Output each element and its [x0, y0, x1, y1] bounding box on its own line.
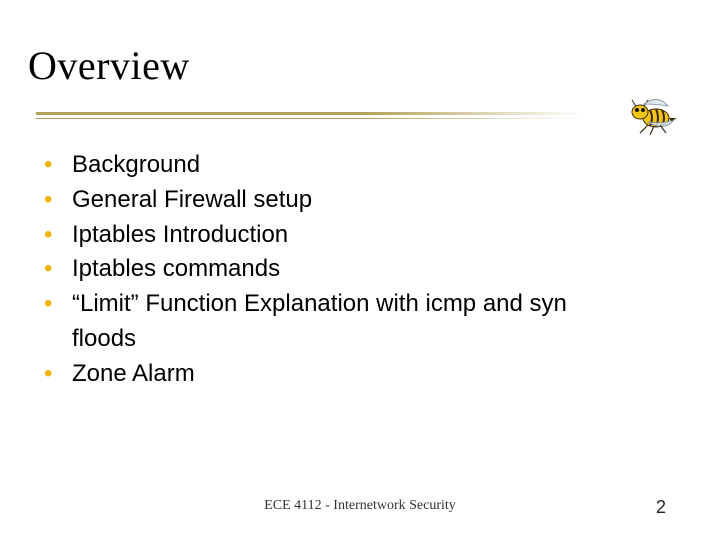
list-item: Iptables commands — [44, 252, 624, 287]
bullet-text: Iptables Introduction — [72, 221, 288, 248]
page-number: 2 — [656, 497, 666, 518]
list-item: “Limit” Function Explanation with icmp a… — [44, 287, 624, 357]
bullet-list: Background General Firewall setup Iptabl… — [44, 148, 624, 392]
bullet-text: Background — [72, 151, 200, 178]
slide-title: Overview — [28, 42, 190, 89]
list-item: Background — [44, 148, 624, 183]
footer-text: ECE 4112 - Internetwork Security — [0, 498, 720, 514]
bullet-text: “Limit” Function Explanation with icmp a… — [72, 290, 567, 352]
buzz-yellowjacket-icon — [614, 92, 680, 136]
bullet-text: Iptables commands — [72, 255, 280, 282]
bullet-text: General Firewall setup — [72, 186, 312, 213]
rule-thick — [36, 112, 584, 115]
bullet-text: Zone Alarm — [72, 360, 195, 387]
list-item: Zone Alarm — [44, 357, 624, 392]
list-item: Iptables Introduction — [44, 218, 624, 253]
slide: Overview Background General Firewall set — [0, 0, 720, 540]
rule-thin — [36, 118, 584, 119]
title-underline — [36, 112, 584, 122]
list-item: General Firewall setup — [44, 183, 624, 218]
